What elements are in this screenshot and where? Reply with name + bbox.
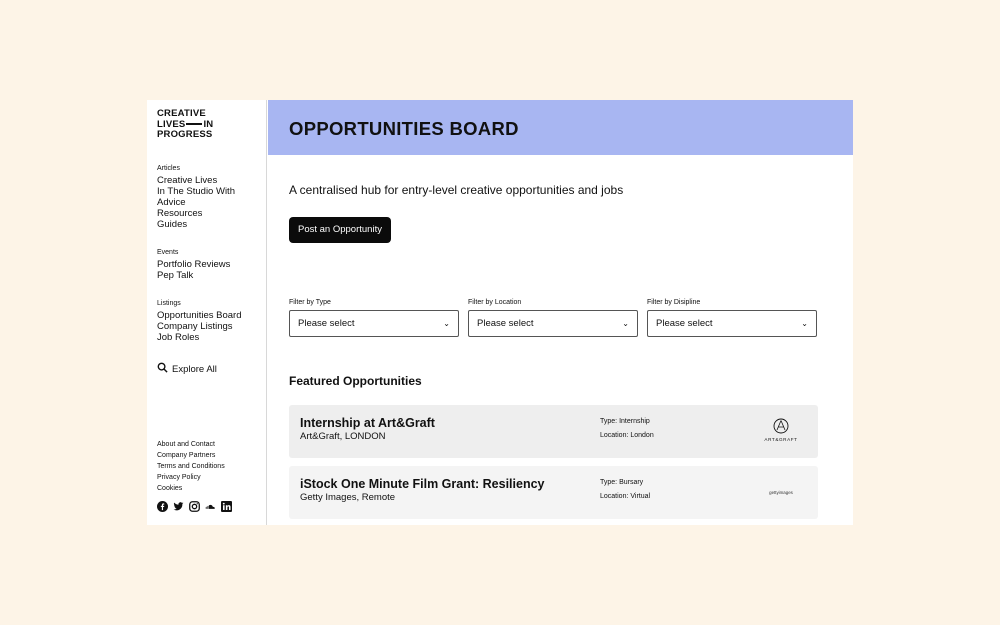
filter-type: Filter by Type Please select ⌄	[289, 299, 459, 337]
post-opportunity-button[interactable]: Post an Opportunity	[289, 217, 391, 243]
footer-link-terms[interactable]: Terms and Conditions	[157, 461, 225, 472]
nav-link-resources[interactable]: Resources	[157, 208, 235, 219]
filter-location-label: Filter by Location	[468, 299, 522, 306]
nav-link-guides[interactable]: Guides	[157, 219, 235, 230]
opportunity-title: iStock One Minute Film Grant: Resiliency	[300, 477, 545, 491]
sidebar: CREATIVE LIVES IN PROGRESS Articles Creat…	[147, 100, 267, 525]
nav-heading-events: Events	[157, 249, 179, 256]
company-logo-artgraft: ART&GRAFT	[761, 418, 801, 444]
linkedin-icon[interactable]	[221, 501, 232, 512]
filter-discipline-select[interactable]: Please select ⌄	[647, 310, 817, 337]
featured-opportunities-heading: Featured Opportunities	[289, 374, 422, 388]
chevron-down-icon: ⌄	[443, 319, 450, 328]
nav-group-articles: Articles Creative Lives In The Studio Wi…	[157, 164, 235, 230]
explore-all-label: Explore All	[172, 363, 217, 375]
nav-link-portfolio-reviews[interactable]: Portfolio Reviews	[157, 259, 230, 270]
nav-link-advice[interactable]: Advice	[157, 197, 235, 208]
chevron-down-icon: ⌄	[801, 319, 808, 328]
chevron-down-icon: ⌄	[622, 319, 629, 328]
footer-links: About and Contact Company Partners Terms…	[157, 439, 225, 494]
nav-link-in-the-studio-with[interactable]: In The Studio With	[157, 186, 235, 197]
search-icon	[157, 362, 168, 376]
nav-link-company-listings[interactable]: Company Listings	[157, 321, 242, 332]
page-tagline: A centralised hub for entry-level creati…	[289, 183, 624, 197]
page-title: OPPORTUNITIES BOARD	[289, 118, 519, 139]
site-logo[interactable]: CREATIVE LIVES IN PROGRESS	[157, 108, 227, 141]
svg-text:gettyimages: gettyimages	[769, 490, 793, 495]
nav-group-listings: Listings Opportunities Board Company Lis…	[157, 299, 242, 343]
opportunity-card[interactable]: Internship at Art&Graft Art&Graft, LONDO…	[289, 405, 818, 458]
logo-line-3: PROGRESS	[157, 129, 213, 140]
opportunity-location: Location: Virtual	[600, 493, 651, 500]
instagram-icon[interactable]	[189, 501, 200, 512]
soundcloud-icon[interactable]	[205, 501, 216, 512]
opportunity-type: Type: Bursary	[600, 479, 644, 486]
filter-location-value: Please select	[477, 318, 534, 329]
explore-all-link[interactable]: Explore All	[157, 362, 217, 376]
page-banner: OPPORTUNITIES BOARD	[268, 100, 853, 155]
twitter-icon[interactable]	[173, 501, 184, 512]
opportunity-company: Getty Images, Remote	[300, 492, 396, 503]
filter-discipline: Filter by Disipline Please select ⌄	[647, 299, 817, 337]
filter-location-select[interactable]: Please select ⌄	[468, 310, 638, 337]
nav-link-pep-talk[interactable]: Pep Talk	[157, 270, 230, 281]
filter-discipline-label: Filter by Disipline	[647, 299, 701, 306]
opportunity-location: Location: London	[600, 432, 654, 439]
opportunity-type: Type: Internship	[600, 418, 650, 425]
filter-type-label: Filter by Type	[289, 299, 331, 306]
nav-link-creative-lives[interactable]: Creative Lives	[157, 175, 235, 186]
footer-link-cookies[interactable]: Cookies	[157, 483, 225, 494]
nav-heading-listings: Listings	[157, 300, 181, 307]
filter-type-select[interactable]: Please select ⌄	[289, 310, 459, 337]
footer-link-company-partners[interactable]: Company Partners	[157, 450, 225, 461]
opportunity-company: Art&Graft, LONDON	[300, 431, 386, 442]
page-frame: CREATIVE LIVES IN PROGRESS Articles Creat…	[147, 100, 853, 525]
facebook-icon[interactable]	[157, 501, 168, 512]
filter-type-value: Please select	[298, 318, 355, 329]
footer-link-about[interactable]: About and Contact	[157, 439, 225, 450]
main-content: OPPORTUNITIES BOARD A centralised hub fo…	[268, 100, 853, 525]
svg-text:ART&GRAFT: ART&GRAFT	[764, 437, 797, 442]
opportunity-card[interactable]: iStock One Minute Film Grant: Resiliency…	[289, 466, 818, 519]
filter-location: Filter by Location Please select ⌄	[468, 299, 638, 337]
nav-link-opportunities-board[interactable]: Opportunities Board	[157, 310, 242, 321]
filter-discipline-value: Please select	[656, 318, 713, 329]
company-logo-getty: gettyimages	[761, 479, 801, 505]
opportunity-title: Internship at Art&Graft	[300, 416, 435, 430]
nav-group-events: Events Portfolio Reviews Pep Talk	[157, 248, 230, 281]
nav-heading-articles: Articles	[157, 165, 180, 172]
nav-link-job-roles[interactable]: Job Roles	[157, 332, 242, 343]
footer-link-privacy[interactable]: Privacy Policy	[157, 472, 225, 483]
social-links	[157, 501, 232, 512]
